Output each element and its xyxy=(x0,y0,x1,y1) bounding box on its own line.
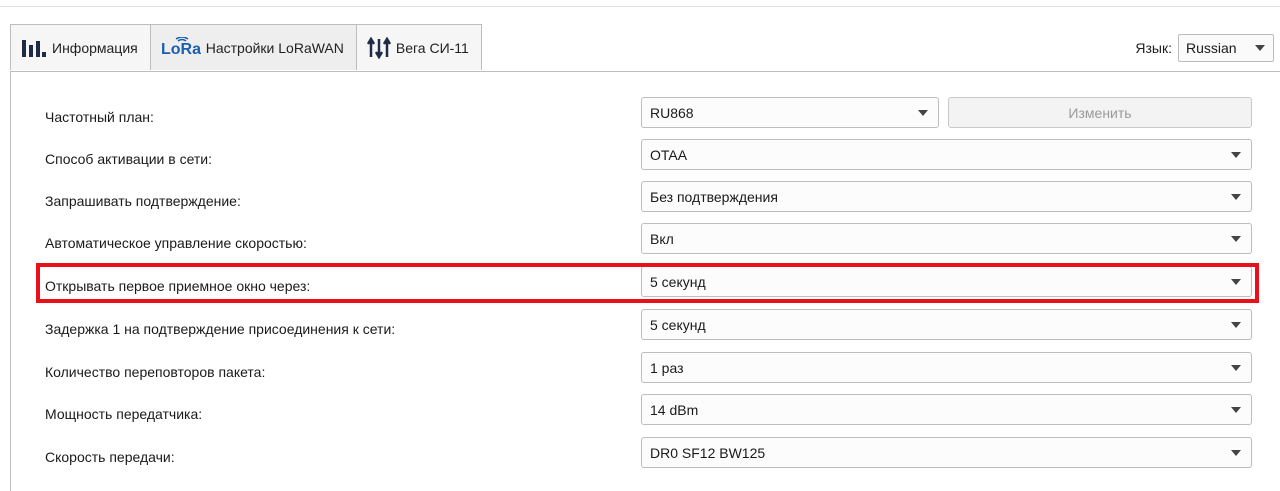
data-rate-select[interactable]: DR0 SF12 BW125 xyxy=(641,437,1252,468)
setting-value: Без подтверждения xyxy=(650,188,778,205)
setting-value: 5 секунд xyxy=(650,273,706,290)
tab-information[interactable]: Информация xyxy=(10,24,151,70)
setting-label: Запрашивать подтверждение: xyxy=(45,193,241,209)
setting-label: Количество переповторов пакета: xyxy=(45,364,266,380)
setting-label: Автоматическое управление скоростью: xyxy=(45,235,307,251)
setting-value: 14 dBm xyxy=(650,401,699,418)
change-button[interactable]: Изменить xyxy=(948,97,1252,128)
setting-row-activation: Способ активации в сети: OTAA xyxy=(11,138,1273,180)
chevron-down-icon xyxy=(1231,322,1241,328)
join-delay-select[interactable]: 5 секунд xyxy=(641,309,1252,340)
setting-label: Открывать первое приемное окно через: xyxy=(45,278,311,294)
frequency-plan-select[interactable]: RU868 xyxy=(641,97,939,128)
tab-vega-si11-label: Вега СИ-11 xyxy=(395,39,469,56)
tx-power-select[interactable]: 14 dBm xyxy=(641,394,1252,425)
setting-row-tx-power: Мощность передатчика: 14 dBm xyxy=(11,393,1273,435)
setting-row-confirmation: Запрашивать подтверждение: Без подтвержд… xyxy=(11,180,1273,222)
setting-value: RU868 xyxy=(650,104,694,121)
chevron-down-icon xyxy=(1255,45,1265,51)
language-label: Язык: xyxy=(1135,40,1172,56)
setting-row-join-delay: Задержка 1 на подтверждение присоединени… xyxy=(11,308,1273,350)
activation-select[interactable]: OTAA xyxy=(641,139,1252,170)
chevron-down-icon xyxy=(1231,450,1241,456)
setting-row-data-rate: Скорость передачи: DR0 SF12 BW125 xyxy=(11,436,1273,478)
tab-lorawan-settings[interactable]: LoRa Настройки LoRaWAN xyxy=(149,24,357,70)
language-selector: Язык: Russian xyxy=(1135,34,1274,62)
chevron-down-icon xyxy=(1231,407,1241,413)
setting-row-adr: Автоматическое управление скоростью: Вкл xyxy=(11,222,1273,264)
settings-panel: Частотный план: RU868 Изменить Способ ак… xyxy=(10,71,1280,491)
confirmation-select[interactable]: Без подтверждения xyxy=(641,181,1252,212)
chevron-down-icon xyxy=(1231,152,1241,158)
adr-select[interactable]: Вкл xyxy=(641,223,1252,254)
setting-label: Мощность передатчика: xyxy=(45,406,203,422)
chevron-down-icon xyxy=(918,110,928,116)
setting-label: Задержка 1 на подтверждение присоединени… xyxy=(45,321,396,337)
language-value: Russian xyxy=(1186,40,1237,56)
setting-row-rx1-delay: Открывать первое приемное окно через: 5 … xyxy=(11,265,1273,307)
setting-value: OTAA xyxy=(650,146,688,163)
setting-label: Скорость передачи: xyxy=(45,449,175,465)
tab-vega-si11[interactable]: Вега СИ-11 xyxy=(355,24,482,70)
setting-value: DR0 SF12 BW125 xyxy=(650,444,766,461)
rx1-delay-select[interactable]: 5 секунд xyxy=(641,266,1252,297)
setting-label: Способ активации в сети: xyxy=(45,151,213,167)
setting-label: Частотный план: xyxy=(45,109,154,125)
lora-icon-text: LoRa xyxy=(161,41,201,58)
tab-bar: Информация LoRa Настройки LoRaWAN Вега С… xyxy=(10,24,482,71)
chevron-down-icon xyxy=(1231,365,1241,371)
window-top-edge xyxy=(0,0,1280,7)
chevron-down-icon xyxy=(1231,279,1241,285)
tab-information-label: Информация xyxy=(52,39,138,56)
tab-lorawan-settings-label: Настройки LoRaWAN xyxy=(205,39,344,56)
chevron-down-icon xyxy=(1231,194,1241,200)
language-select[interactable]: Russian xyxy=(1178,34,1274,62)
setting-value: 1 раз xyxy=(650,359,684,376)
setting-value: Вкл xyxy=(650,230,674,247)
setting-row-frequency-plan: Частотный план: RU868 Изменить xyxy=(11,96,1273,138)
setting-row-retries: Количество переповторов пакета: 1 раз xyxy=(11,351,1273,393)
lora-icon: LoRa xyxy=(161,36,201,59)
setting-value: 5 секунд xyxy=(650,316,706,333)
chevron-down-icon xyxy=(1231,236,1241,242)
arrows-updown-icon xyxy=(366,36,391,59)
bar-chart-icon xyxy=(21,38,47,58)
retries-select[interactable]: 1 раз xyxy=(641,352,1252,383)
